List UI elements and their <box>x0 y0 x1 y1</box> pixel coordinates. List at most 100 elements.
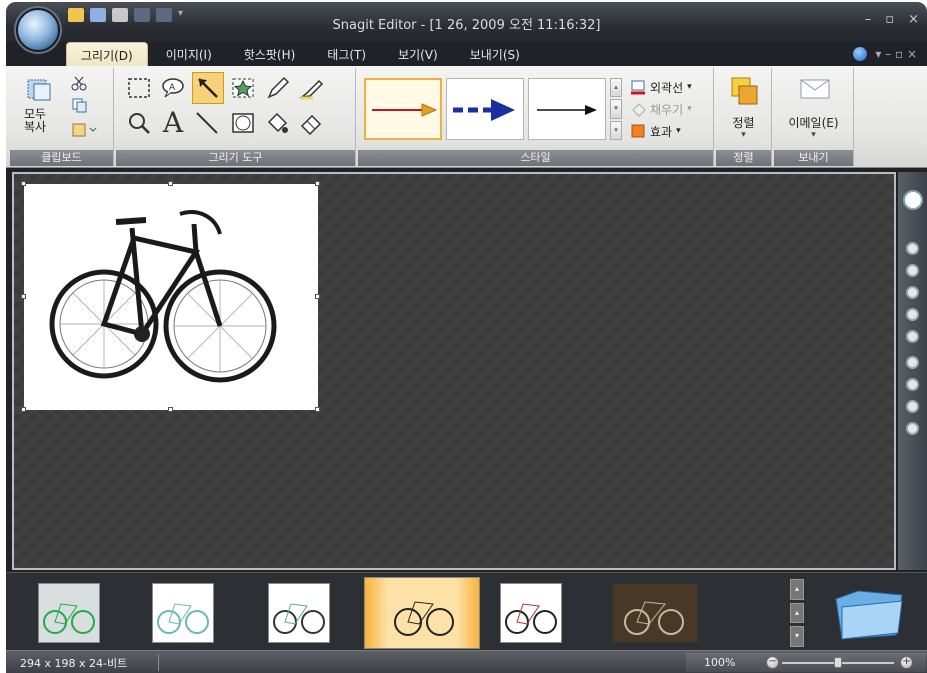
application-orb-button[interactable] <box>16 8 60 52</box>
drawing-tools-group-label: 그리기 도구 <box>116 150 355 166</box>
copy-all-icon <box>27 79 51 101</box>
star-tag-icon[interactable] <box>906 378 919 391</box>
tab-send[interactable]: 보내기(S) <box>456 42 534 66</box>
radiation-tag-icon[interactable] <box>906 264 919 277</box>
svg-text:A: A <box>169 83 176 93</box>
resize-handle-tl[interactable] <box>21 181 26 186</box>
title-bar: ▾ Snagit Editor - [1 26, 2009 오전 11:16:3… <box>6 2 927 42</box>
shape-tool-icon[interactable] <box>228 108 258 138</box>
maximize-button[interactable]: ▫ <box>885 12 894 27</box>
resize-handle-bl[interactable] <box>21 407 26 412</box>
tray-thumbnail[interactable] <box>268 583 330 643</box>
editor-canvas[interactable] <box>12 172 896 570</box>
tray-scroll: ▴ ▴ ▾ <box>790 579 804 648</box>
zoom-in-button[interactable]: + <box>900 656 913 669</box>
tab-hotspot[interactable]: 핫스팟(H) <box>230 42 310 66</box>
tab-view[interactable]: 보기(V) <box>384 42 452 66</box>
selection-tool-icon[interactable] <box>124 74 154 102</box>
email-dropdown-icon[interactable]: ▾ <box>774 130 853 140</box>
tab-draw[interactable]: 그리기(D) <box>66 42 148 66</box>
styles-scroll[interactable]: ▴ ▾ ▾ <box>610 78 622 140</box>
tray-scroll-up[interactable]: ▴ <box>790 602 804 624</box>
style-blue-dashed-arrow[interactable] <box>446 78 524 140</box>
status-divider <box>158 654 159 671</box>
pen-tool-icon[interactable] <box>262 74 292 102</box>
effects-icon <box>631 124 645 138</box>
paste-icon[interactable] <box>70 120 98 138</box>
line-tool-icon[interactable] <box>192 108 222 138</box>
text-tool-icon[interactable]: A <box>158 106 188 139</box>
app-window: ▾ Snagit Editor - [1 26, 2009 오전 11:16:3… <box>6 2 927 673</box>
tab-image[interactable]: 이미지(I) <box>152 42 226 66</box>
tray-thumbnail-selected[interactable] <box>364 577 480 649</box>
minus-tag-icon[interactable] <box>906 308 919 321</box>
tray-scroll-top[interactable]: ▴ <box>790 579 804 600</box>
arrange-icon[interactable] <box>728 74 760 108</box>
outline-button[interactable]: 외곽선 ▾ <box>630 78 692 96</box>
capture-tray: ▴ ▴ ▾ <box>6 572 927 650</box>
window-title: Snagit Editor - [1 26, 2009 오전 11:16:32] <box>332 18 601 33</box>
flag-tag-icon[interactable] <box>906 242 919 255</box>
style-black-arrow[interactable] <box>528 78 606 140</box>
arrange-dropdown-icon[interactable]: ▾ <box>716 130 771 140</box>
zoom-tool-icon[interactable] <box>124 108 154 138</box>
effects-label: 효과 <box>650 124 673 139</box>
help-icon[interactable] <box>853 47 868 61</box>
plus-tag-icon[interactable] <box>906 422 919 435</box>
outline-dropdown-icon: ▾ <box>687 82 692 92</box>
stamp-tool-icon[interactable] <box>228 74 258 102</box>
arrow-tool-icon[interactable] <box>192 72 224 104</box>
resize-handle-tm[interactable] <box>168 181 173 186</box>
image-info: 294 x 198 x 24-비트 <box>20 657 128 670</box>
window-controls: – ▫ × <box>865 12 919 27</box>
email-icon[interactable] <box>798 76 832 102</box>
resize-handle-ml[interactable] <box>21 294 26 299</box>
resize-handle-mr[interactable] <box>315 294 320 299</box>
styles-scroll-down[interactable]: ▾ <box>610 99 622 119</box>
minimize-button[interactable]: – <box>865 12 872 27</box>
ribbon-minimize-icon[interactable]: ▾ – ▫ × <box>875 47 917 61</box>
tray-thumbnail[interactable] <box>500 583 562 643</box>
bicycle-image <box>49 210 277 383</box>
tray-thumbnail[interactable] <box>612 583 698 643</box>
zoom-out-button[interactable]: − <box>766 656 779 669</box>
tray-thumbnail[interactable] <box>152 583 214 643</box>
zoom-control: 100% − + <box>686 653 926 672</box>
copy-icon[interactable] <box>70 96 88 114</box>
email-button[interactable]: 이메일(E) <box>774 114 853 131</box>
style-red-arrow[interactable] <box>364 78 442 140</box>
send-group-label: 보내기 <box>774 150 853 166</box>
styles-scroll-up[interactable]: ▴ <box>610 78 622 98</box>
tab-tag[interactable]: 태그(T) <box>313 42 380 66</box>
check-tag-icon[interactable] <box>906 400 919 413</box>
close-button[interactable]: × <box>908 12 919 27</box>
dollar-tag-icon[interactable] <box>906 356 919 369</box>
styles-more[interactable]: ▾ <box>610 120 622 140</box>
search-tags-icon[interactable] <box>903 190 923 210</box>
tray-scroll-down[interactable]: ▾ <box>790 626 804 648</box>
highlight-tool-icon[interactable] <box>296 74 326 102</box>
resize-handle-br[interactable] <box>315 407 320 412</box>
captured-image[interactable] <box>21 181 320 412</box>
arrange-group-label: 정렬 <box>716 150 771 166</box>
question-tag-icon[interactable] <box>906 286 919 299</box>
resize-handle-tr[interactable] <box>315 181 320 186</box>
zoom-slider-knob[interactable] <box>834 657 842 668</box>
styles-group-label: 스타일 <box>358 150 713 166</box>
tray-thumbnail[interactable] <box>38 583 100 643</box>
effects-button[interactable]: 효과 ▾ <box>630 122 681 140</box>
library-folder-icon[interactable] <box>828 581 908 643</box>
copy-all-button[interactable] <box>24 74 54 104</box>
fill-tool-icon[interactable] <box>262 108 292 138</box>
status-bar: 294 x 198 x 24-비트 100% − + <box>6 650 927 673</box>
resize-handle-bm[interactable] <box>168 407 173 412</box>
heart-tag-icon[interactable] <box>906 330 919 343</box>
callout-tool-icon[interactable]: A <box>158 74 188 102</box>
styles-group: ▴ ▾ ▾ 외곽선 ▾ 채우기 ▾ 효과 ▾ 스타일 <box>358 68 714 166</box>
send-group: 이메일(E) ▾ 보내기 <box>774 68 854 166</box>
eraser-tool-icon[interactable] <box>296 108 326 138</box>
arrange-button[interactable]: 정렬 <box>716 114 771 131</box>
outline-icon <box>631 80 645 95</box>
cut-icon[interactable] <box>70 74 88 92</box>
copy-all-label: 모두 복사 <box>24 107 47 134</box>
